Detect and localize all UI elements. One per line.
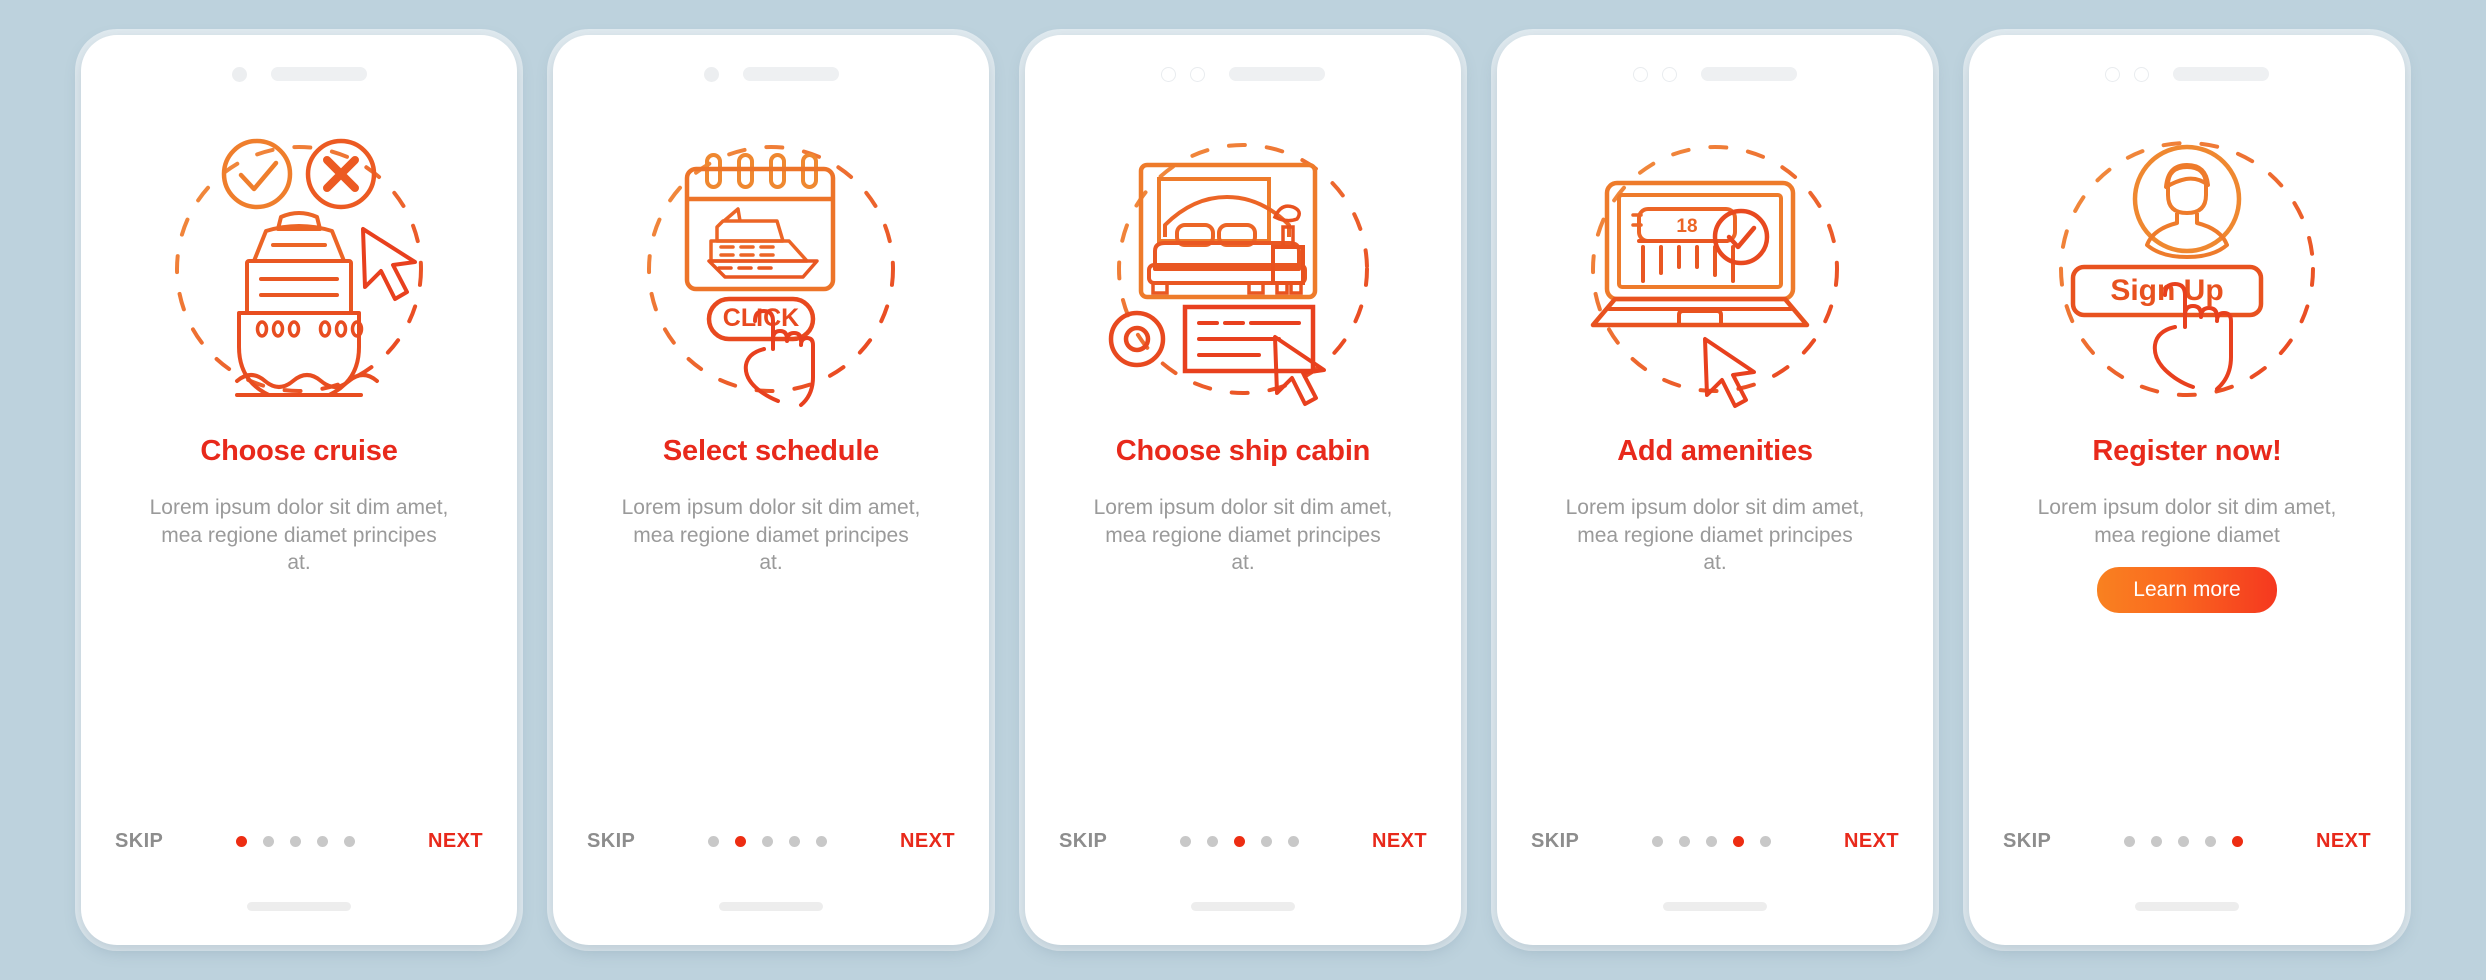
next-button[interactable]: NEXT [1372, 830, 1427, 853]
page-body-text: Lorem ipsum dolor sit dim amet, mea regi… [149, 496, 449, 575]
next-button[interactable]: NEXT [428, 830, 483, 853]
skip-button[interactable]: SKIP [2003, 830, 2051, 853]
speaker-bar-icon [742, 67, 839, 81]
pagination-dot[interactable] [762, 836, 774, 847]
pagination-dot[interactable] [2232, 836, 2244, 847]
footer-nav-1: SKIP NEXT [81, 830, 517, 853]
camera-ring-icon [1161, 66, 1176, 82]
footer-nav-5: SKIP NEXT [1969, 830, 2405, 853]
speaker-bar-icon [1701, 67, 1797, 81]
pagination-dot[interactable] [344, 836, 356, 847]
page-title: Select schedule [662, 435, 880, 467]
pagination-dot[interactable] [1760, 836, 1772, 847]
skip-button[interactable]: SKIP [1531, 830, 1579, 853]
laptop-amenities-illustration: 18 [1550, 117, 1880, 417]
onboarding-phone-4: 18 Add amenities Lorem ipsum dolor sit d… [1497, 35, 1933, 945]
pagination-dot[interactable] [290, 836, 302, 847]
user-signup-illustration: Sign Up [2022, 117, 2352, 417]
cta-wrapper: Learn more [1969, 567, 2405, 614]
onboarding-phone-2: CLICK Select schedule Lorem ipsum dolor … [553, 35, 989, 945]
page-title: Register now! [2092, 435, 2282, 467]
camera-dot-icon [703, 66, 719, 82]
click-label: CLICK [723, 304, 799, 332]
sensor-ring-icon [1662, 66, 1677, 82]
camera-dot-icon [231, 66, 247, 82]
pagination-dots[interactable] [708, 836, 828, 847]
pagination-dot[interactable] [2124, 836, 2136, 847]
next-button[interactable]: NEXT [900, 830, 955, 853]
onboarding-phone-1: Choose cruise Lorem ipsum dolor sit dim … [81, 35, 517, 945]
pagination-dots[interactable] [236, 836, 356, 847]
camera-ring-icon [1633, 66, 1648, 82]
page-title: Choose cruise [200, 435, 398, 467]
calendar-cruise-click-illustration: CLICK [606, 117, 936, 417]
onboarding-screens-board: Choose cruise Lorem ipsum dolor sit dim … [0, 0, 2486, 980]
pagination-dot[interactable] [1733, 836, 1745, 847]
status-bar-1 [81, 35, 517, 91]
pagination-dot[interactable] [708, 836, 720, 847]
sensor-ring-icon [1190, 66, 1205, 82]
home-indicator [2135, 902, 2239, 911]
footer-nav-2: SKIP NEXT [553, 830, 989, 853]
skip-button[interactable]: SKIP [1059, 830, 1107, 853]
pagination-dot[interactable] [1234, 836, 1246, 847]
home-indicator [1663, 902, 1767, 911]
learn-more-button[interactable]: Learn more [2097, 567, 2277, 614]
page-body-text: Lorem ipsum dolor sit dim amet, mea regi… [2037, 496, 2337, 547]
page-body-text: Lorem ipsum dolor sit dim amet, mea regi… [1565, 496, 1865, 575]
pagination-dot[interactable] [2178, 836, 2190, 847]
pagination-dot[interactable] [1261, 836, 1273, 847]
pagination-dot[interactable] [1207, 836, 1219, 847]
page-title: Choose ship cabin [1115, 435, 1371, 467]
footer-nav-4: SKIP NEXT [1497, 830, 1933, 853]
status-bar-4 [1497, 35, 1933, 91]
pagination-dot[interactable] [236, 836, 248, 847]
speaker-bar-icon [2173, 67, 2269, 81]
speaker-bar-icon [270, 67, 367, 81]
pagination-dot[interactable] [1652, 836, 1664, 847]
pagination-dot[interactable] [735, 836, 747, 847]
onboarding-phone-5: Sign Up Register now! Lorem ipsum dolor … [1969, 35, 2405, 945]
pagination-dot[interactable] [1706, 836, 1718, 847]
page-body-text: Lorem ipsum dolor sit dim amet, mea regi… [1093, 496, 1393, 575]
camera-ring-icon [2105, 66, 2120, 82]
sensor-ring-icon [2134, 66, 2149, 82]
next-button[interactable]: NEXT [1844, 830, 1899, 853]
pagination-dots[interactable] [1180, 836, 1300, 847]
pagination-dot[interactable] [263, 836, 275, 847]
pagination-dot[interactable] [2205, 836, 2217, 847]
status-bar-2 [553, 35, 989, 91]
ship-cabin-bedroom-illustration [1078, 117, 1408, 417]
skip-button[interactable]: SKIP [115, 830, 163, 853]
onboarding-phone-3: Choose ship cabin Lorem ipsum dolor sit … [1025, 35, 1461, 945]
home-indicator [247, 902, 351, 911]
next-button[interactable]: NEXT [2316, 830, 2371, 853]
pagination-dots[interactable] [2124, 836, 2244, 847]
home-indicator [719, 902, 823, 911]
pagination-dots[interactable] [1652, 836, 1772, 847]
amenities-count-label: 18 [1676, 216, 1697, 237]
page-title: Add amenities [1617, 435, 1813, 467]
pagination-dot[interactable] [1679, 836, 1691, 847]
speaker-bar-icon [1229, 67, 1325, 81]
cruise-ship-choice-illustration [134, 117, 464, 417]
pagination-dot[interactable] [1288, 836, 1300, 847]
status-bar-3 [1025, 35, 1461, 91]
pagination-dot[interactable] [2151, 836, 2163, 847]
skip-button[interactable]: SKIP [587, 830, 635, 853]
pagination-dot[interactable] [816, 836, 828, 847]
pagination-dot[interactable] [317, 836, 329, 847]
page-body-text: Lorem ipsum dolor sit dim amet, mea regi… [621, 496, 921, 575]
home-indicator [1191, 902, 1295, 911]
pagination-dot[interactable] [1180, 836, 1192, 847]
footer-nav-3: SKIP NEXT [1025, 830, 1461, 853]
status-bar-5 [1969, 35, 2405, 91]
pagination-dot[interactable] [789, 836, 801, 847]
